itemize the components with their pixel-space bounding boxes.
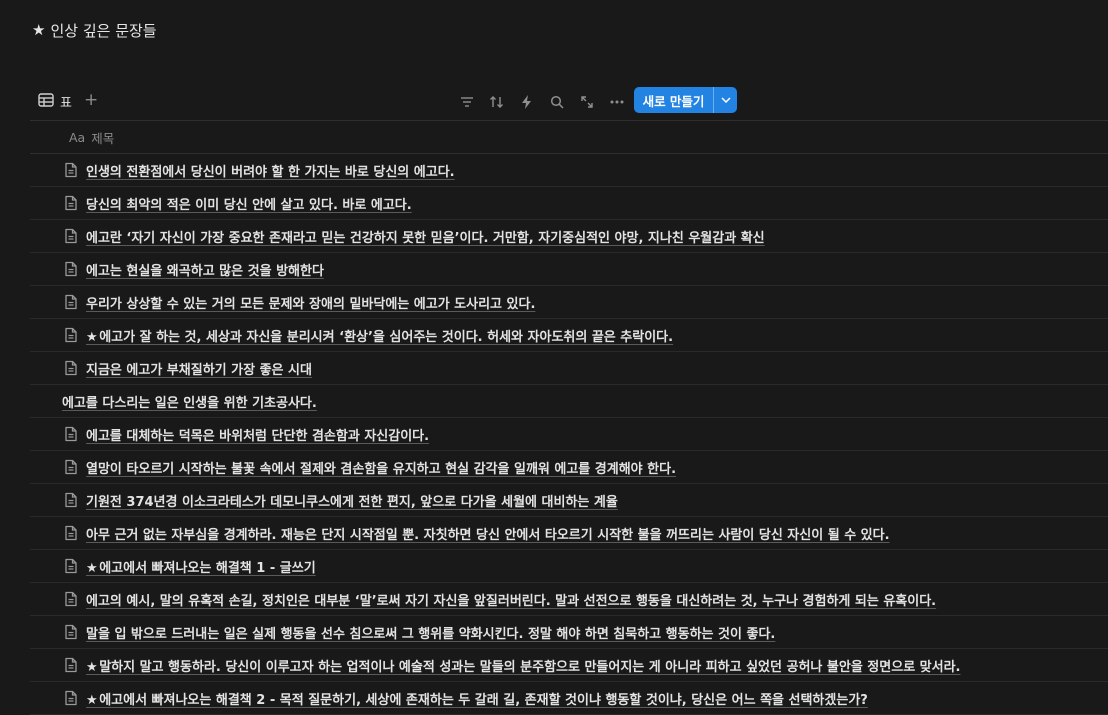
table-row[interactable]: 에고를 다스리는 일은 인생을 위한 기초공사다. [30, 385, 1108, 418]
table-row[interactable]: 아무 근거 없는 자부심을 경계하라. 재능은 단지 시작점일 뿐. 자칫하면 … [30, 517, 1108, 550]
row-title[interactable]: 아무 근거 없는 자부심을 경계하라. 재능은 단지 시작점일 뿐. 자칫하면 … [86, 524, 890, 543]
database-toolbar: 표 + 새로 만들기 [30, 86, 1108, 121]
new-button-group: 새로 만들기 [634, 87, 737, 113]
row-title[interactable]: 에고를 대체하는 덕목은 바위처럼 단단한 겸손함과 자신감이다. [86, 425, 429, 444]
page-icon [63, 360, 79, 376]
filter-icon[interactable] [452, 89, 482, 115]
page-icon [63, 525, 79, 541]
page-icon [63, 162, 79, 178]
table-row[interactable]: 에고를 대체하는 덕목은 바위처럼 단단한 겸손함과 자신감이다. [30, 418, 1108, 451]
column-title-label: 제목 [91, 130, 115, 146]
table-row[interactable]: ★ 에고가 잘 하는 것, 세상과 자신을 분리시켜 ‘환상’을 심어주는 것이… [30, 319, 1108, 352]
lightning-icon[interactable] [512, 89, 542, 115]
row-title[interactable]: 에고의 예시, 말의 유혹적 손길, 정치인은 대부분 ‘말’로써 자기 자신을… [86, 590, 936, 609]
row-title[interactable]: 에고를 다스리는 일은 인생을 위한 기초공사다. [62, 392, 317, 411]
star-icon: ★ [86, 659, 103, 675]
page-icon [63, 294, 79, 310]
table-row[interactable]: ★ 말하지 말고 행동하라. 당신이 이루고자 하는 업적이나 예술적 성과는 … [30, 649, 1108, 682]
row-title[interactable]: 인생의 전환점에서 당신이 버려야 할 한 가지는 바로 당신의 에고다. [86, 161, 455, 180]
toolbar-actions [452, 89, 632, 115]
expand-icon[interactable] [572, 89, 602, 115]
page-icon [63, 426, 79, 442]
row-title[interactable]: 당신의 최악의 적은 이미 당신 안에 살고 있다. 바로 에고다. [86, 194, 412, 213]
star-icon: ★ [86, 560, 103, 576]
page-icon [63, 195, 79, 211]
row-title[interactable]: 우리가 상상할 수 있는 거의 모든 문제와 장애의 밑바닥에는 에고가 도사리… [86, 293, 535, 312]
table-row[interactable]: 에고란 ‘자기 자신이 가장 중요한 존재라고 믿는 건강하지 못한 믿음’이다… [30, 220, 1108, 253]
page-icon [63, 657, 79, 673]
chevron-down-icon [720, 97, 731, 103]
table-icon [38, 92, 54, 111]
database-table: Aa 제목 인생의 전환점에서 당신이 버려야 할 한 가지는 바로 당신의 에… [30, 121, 1108, 715]
page-title: 인상 깊은 문장들 [50, 22, 157, 40]
table-row[interactable]: 에고는 현실을 왜곡하고 많은 것을 방해한다 [30, 253, 1108, 286]
page-icon [63, 228, 79, 244]
row-title[interactable]: ★ 에고가 잘 하는 것, 세상과 자신을 분리시켜 ‘환상’을 심어주는 것이… [86, 326, 673, 345]
row-title[interactable]: 에고는 현실을 왜곡하고 많은 것을 방해한다 [86, 260, 324, 279]
row-title[interactable]: ★ 에고에서 빠져나오는 해결책 2 - 목적 질문하기, 세상에 존재하는 두… [86, 689, 868, 708]
new-dropdown-button[interactable] [713, 87, 737, 113]
more-icon[interactable] [602, 89, 632, 115]
row-title[interactable]: ★ 에고에서 빠져나오는 해결책 1 - 글쓰기 [86, 557, 316, 576]
table-row[interactable]: 우리가 상상할 수 있는 거의 모든 문제와 장애의 밑바닥에는 에고가 도사리… [30, 286, 1108, 319]
add-view-button[interactable]: + [84, 90, 98, 110]
table-row[interactable]: 지금은 에고가 부채질하기 가장 좋은 시대 [30, 352, 1108, 385]
table-row[interactable]: 인생의 전환점에서 당신이 버려야 할 한 가지는 바로 당신의 에고다. [30, 154, 1108, 187]
row-title[interactable]: 기원전 374년경 이소크라테스가 데모니쿠스에게 전한 편지, 앞으로 다가올… [86, 491, 618, 510]
table-row[interactable]: 당신의 최악의 적은 이미 당신 안에 살고 있다. 바로 에고다. [30, 187, 1108, 220]
page-icon [63, 624, 79, 640]
star-icon: ★ [86, 329, 103, 345]
table-row[interactable]: 기원전 374년경 이소크라테스가 데모니쿠스에게 전한 편지, 앞으로 다가올… [30, 484, 1108, 517]
page-title-area: ★ 인상 깊은 문장들 [32, 20, 157, 41]
page-icon [63, 327, 79, 343]
row-title[interactable]: 말을 입 밖으로 드러내는 일은 실제 행동을 선수 침으로써 그 행위를 약화… [86, 623, 775, 642]
row-title[interactable]: 열망이 타오르기 시작하는 불꽃 속에서 절제와 겸손함을 유지하고 현실 감각… [86, 458, 676, 477]
page-icon [63, 261, 79, 277]
column-header-title[interactable]: Aa 제목 [30, 121, 1108, 154]
row-title[interactable]: 지금은 에고가 부채질하기 가장 좋은 시대 [86, 359, 312, 378]
table-row[interactable]: 말을 입 밖으로 드러내는 일은 실제 행동을 선수 침으로써 그 행위를 약화… [30, 616, 1108, 649]
table-row[interactable]: ★ 에고에서 빠져나오는 해결책 1 - 글쓰기 [30, 550, 1108, 583]
sort-icon[interactable] [482, 89, 512, 115]
page-icon [63, 591, 79, 607]
row-title[interactable]: ★ 말하지 말고 행동하라. 당신이 이루고자 하는 업적이나 예술적 성과는 … [86, 656, 961, 675]
page-icon [63, 459, 79, 475]
view-tab-label: 표 [60, 96, 72, 111]
view-tab-table[interactable]: 표 [38, 92, 72, 111]
page-icon [63, 558, 79, 574]
table-body: 인생의 전환점에서 당신이 버려야 할 한 가지는 바로 당신의 에고다. 당신의… [30, 154, 1108, 715]
star-icon: ★ [86, 692, 103, 708]
page-icon [63, 492, 79, 508]
page-icon [63, 690, 79, 706]
star-icon: ★ [32, 21, 46, 39]
table-row[interactable]: ★ 에고에서 빠져나오는 해결책 2 - 목적 질문하기, 세상에 존재하는 두… [30, 682, 1108, 715]
table-row[interactable]: 에고의 예시, 말의 유혹적 손길, 정치인은 대부분 ‘말’로써 자기 자신을… [30, 583, 1108, 616]
table-row[interactable]: 열망이 타오르기 시작하는 불꽃 속에서 절제와 겸손함을 유지하고 현실 감각… [30, 451, 1108, 484]
row-title[interactable]: 에고란 ‘자기 자신이 가장 중요한 존재라고 믿는 건강하지 못한 믿음’이다… [86, 227, 765, 246]
text-property-icon: Aa [69, 129, 86, 145]
new-button[interactable]: 새로 만들기 [634, 87, 713, 113]
search-icon[interactable] [542, 89, 572, 115]
